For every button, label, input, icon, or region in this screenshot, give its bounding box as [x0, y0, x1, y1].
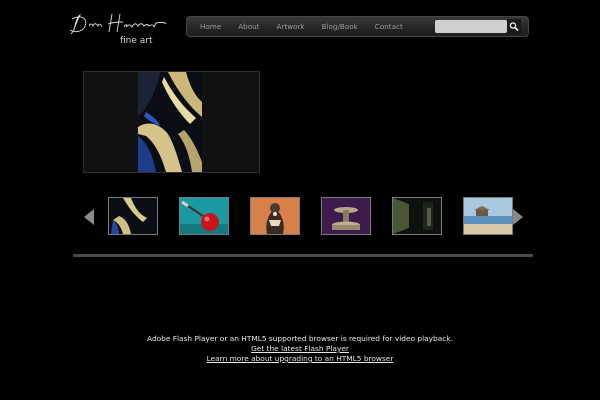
- thumbnail-ornate-figure-orange[interactable]: [250, 197, 300, 235]
- flash-notice-message: Adobe Flash Player or an HTML5 supported…: [147, 334, 453, 343]
- artwork-viewer[interactable]: [83, 71, 260, 173]
- thumbnail-beach-pier[interactable]: [463, 197, 513, 235]
- page: fine art Home About Artwork Blog/Book Co…: [0, 0, 600, 400]
- featured-artwork-image: [138, 72, 202, 172]
- nav-item-blog-book[interactable]: Blog/Book: [315, 22, 365, 31]
- gallery-divider: [73, 254, 533, 257]
- upgrade-html5-link[interactable]: Learn more about upgrading to an HTML5 b…: [207, 354, 394, 363]
- nav-item-contact[interactable]: Contact: [368, 22, 410, 31]
- main-nav: Home About Artwork Blog/Book Contact: [186, 16, 529, 37]
- nav-items: Home About Artwork Blog/Book Contact: [193, 17, 413, 36]
- triangle-right-icon[interactable]: [513, 209, 523, 225]
- search-button[interactable]: [507, 19, 521, 34]
- site-logo[interactable]: fine art: [68, 10, 168, 56]
- get-flash-player-link[interactable]: Get the latest Flash Player: [251, 344, 349, 353]
- thumbnail-apple-with-paintbrush[interactable]: [179, 197, 229, 235]
- nav-item-about[interactable]: About: [231, 22, 266, 31]
- flash-notice: Adobe Flash Player or an HTML5 supported…: [0, 334, 600, 364]
- signature-logo: [69, 13, 167, 35]
- logo-subtitle: fine art: [120, 36, 153, 46]
- search-input[interactable]: [435, 20, 507, 33]
- thumbnail-fountain-purple[interactable]: [321, 197, 371, 235]
- search-magnifier-icon: [509, 22, 519, 32]
- thumbnail-dark-corridor[interactable]: [392, 197, 442, 235]
- nav-item-artwork[interactable]: Artwork: [270, 22, 312, 31]
- triangle-left-icon[interactable]: [84, 209, 94, 225]
- nav-item-home[interactable]: Home: [193, 22, 228, 31]
- thumbnail-abstract-dark-swirl[interactable]: [108, 197, 158, 235]
